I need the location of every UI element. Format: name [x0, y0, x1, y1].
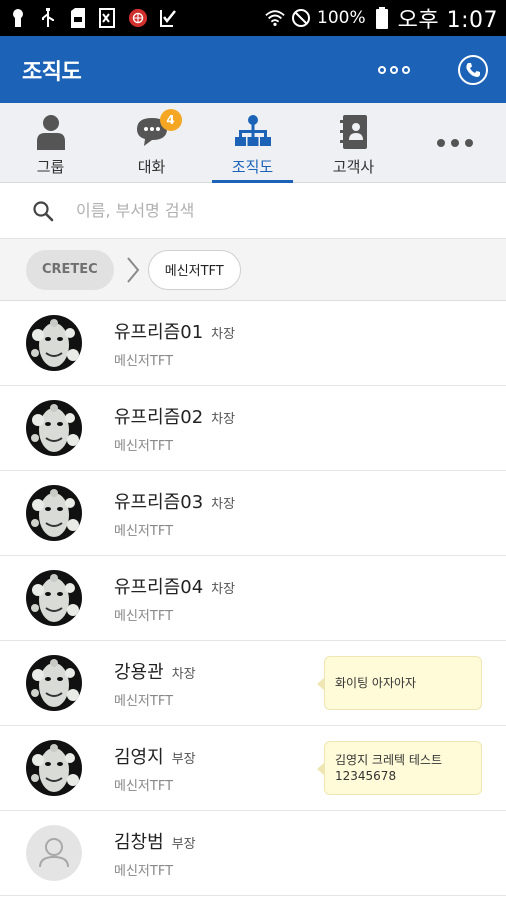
- chevron-right-icon: [126, 256, 140, 283]
- member-name: 유프리즘02: [114, 406, 204, 428]
- dot-icon: [378, 65, 386, 74]
- app-notification-icon: [128, 8, 148, 28]
- member-department: 메신저TFT: [114, 608, 174, 624]
- member-department: 메신저TFT: [114, 863, 174, 879]
- tab-chat[interactable]: 4 대화: [101, 103, 202, 183]
- avatar: [26, 740, 82, 796]
- tab-label: 대화: [137, 158, 166, 176]
- search-icon: [33, 200, 54, 221]
- rx-icon: [98, 8, 118, 28]
- member-rank: 차장: [211, 581, 236, 597]
- do-not-disturb-icon: [291, 8, 311, 28]
- status-message-line: 김영지 크레텍 테스트: [335, 753, 442, 767]
- member-rank: 차장: [211, 496, 236, 512]
- member-rank: 차장: [211, 411, 236, 427]
- breadcrumb: CRETEC 메신저TFT: [0, 239, 506, 301]
- sd-card-icon: [68, 8, 88, 28]
- app-bar: 조직도: [0, 36, 506, 103]
- member-name: 강용관: [114, 661, 164, 683]
- member-row[interactable]: 유프리즘04 차장메신저TFT: [0, 556, 506, 641]
- dot-icon: [390, 65, 398, 74]
- breadcrumb-root[interactable]: CRETEC: [26, 249, 114, 290]
- status-message-line: 화이팅 아자아자: [335, 676, 417, 690]
- member-department: 메신저TFT: [114, 523, 174, 539]
- unread-badge: 4: [159, 109, 182, 131]
- tab-label: 그룹: [36, 158, 65, 176]
- member-info: 유프리즘03 차장메신저TFT: [114, 488, 235, 539]
- member-department: 메신저TFT: [114, 693, 174, 709]
- member-info: 김영지 부장메신저TFT: [114, 743, 196, 794]
- member-info: 유프리즘02 차장메신저TFT: [114, 403, 235, 454]
- avatar: [26, 655, 82, 711]
- member-name: 유프리즘03: [114, 491, 204, 513]
- avatar: [26, 400, 82, 456]
- dot-icon: [402, 65, 410, 74]
- member-rank: 차장: [171, 666, 196, 682]
- avatar: [26, 570, 82, 626]
- status-message-bubble: 김영지 크레텍 테스트 12345678: [317, 741, 482, 795]
- member-row[interactable]: 유프리즘02 차장메신저TFT: [0, 386, 506, 471]
- member-rank: 차장: [211, 326, 236, 342]
- tab-org-chart[interactable]: 조직도: [202, 103, 303, 183]
- member-department: 메신저TFT: [114, 438, 174, 454]
- member-name: 김창범: [114, 831, 164, 853]
- wifi-icon: [265, 8, 285, 28]
- keyhole-icon: [8, 8, 28, 28]
- tab-group[interactable]: 그룹: [0, 103, 101, 183]
- avatar: [26, 485, 82, 541]
- person-icon: [31, 113, 71, 151]
- address-book-icon: [334, 113, 374, 151]
- search-input[interactable]: [76, 201, 456, 220]
- default-avatar-icon: [26, 825, 82, 881]
- member-row[interactable]: 유프리즘03 차장메신저TFT: [0, 471, 506, 556]
- member-row[interactable]: 강용관 차장메신저TFT 화이팅 아자아자: [0, 641, 506, 726]
- search-bar: [0, 183, 506, 239]
- chat-icon: 4: [132, 109, 182, 151]
- more-options-button[interactable]: [378, 65, 410, 74]
- status-message-line: 12345678: [335, 769, 397, 783]
- member-info: 유프리즘01 차장메신저TFT: [114, 318, 235, 369]
- member-row[interactable]: 김창범 부장메신저TFT: [0, 811, 506, 896]
- member-row[interactable]: 유프리즘01 차장메신저TFT: [0, 301, 506, 386]
- battery-icon: [372, 7, 392, 29]
- status-bar: 100% 오후 1:07: [0, 0, 506, 36]
- tab-more[interactable]: [404, 103, 505, 183]
- page-title: 조직도: [22, 59, 82, 85]
- member-row[interactable]: 김영지 부장메신저TFT 김영지 크레텍 테스트 12345678: [0, 726, 506, 811]
- member-name: 유프리즘04: [114, 576, 204, 598]
- tab-label: 고객사: [332, 158, 375, 176]
- status-message-bubble: 화이팅 아자아자: [317, 656, 482, 710]
- breadcrumb-current[interactable]: 메신저TFT: [147, 249, 241, 290]
- member-info: 강용관 차장메신저TFT: [114, 658, 196, 709]
- clock: 오후 1:07: [397, 8, 498, 33]
- tab-clients[interactable]: 고객사: [303, 103, 404, 183]
- tab-label: 조직도: [231, 158, 274, 176]
- member-name: 유프리즘01: [114, 321, 204, 343]
- check-note-icon: [158, 8, 178, 28]
- member-name: 김영지: [114, 746, 164, 768]
- member-department: 메신저TFT: [114, 778, 174, 794]
- call-button[interactable]: [458, 54, 488, 85]
- member-department: 메신저TFT: [114, 353, 174, 369]
- member-list: 유프리즘01 차장 메신저TFT 유프리즘02 차장 메신저TFT 유프리즘03 차장 메신저T…: [0, 301, 506, 896]
- member-rank: 부장: [171, 836, 196, 852]
- usb-icon: [38, 8, 58, 28]
- avatar: [26, 315, 82, 371]
- member-info: 김창범 부장메신저TFT: [114, 828, 196, 879]
- member-info: 유프리즘04 차장메신저TFT: [114, 573, 235, 624]
- more-icon: [436, 139, 473, 147]
- battery-percent: 100%: [317, 8, 366, 28]
- phone-icon: [466, 62, 480, 77]
- org-chart-icon: [233, 113, 273, 151]
- tab-bar: 그룹 4 대화 조직도 고객사: [0, 103, 506, 183]
- member-rank: 부장: [171, 751, 196, 767]
